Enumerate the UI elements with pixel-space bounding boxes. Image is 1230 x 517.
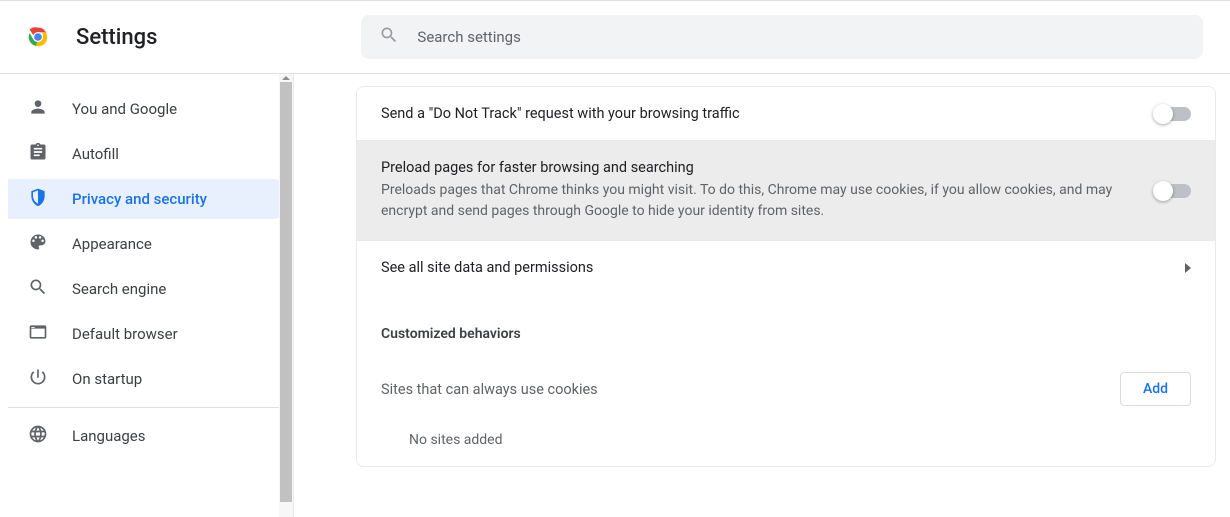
toggle-knob bbox=[1153, 181, 1173, 201]
scrollbar[interactable] bbox=[279, 74, 293, 517]
globe-icon bbox=[28, 424, 48, 448]
scroll-thumb[interactable] bbox=[280, 82, 292, 502]
section-heading: Customized behaviors bbox=[357, 294, 1215, 354]
shield-icon bbox=[28, 187, 48, 211]
power-icon bbox=[28, 367, 48, 391]
settings-panel: Send a "Do Not Track" request with your … bbox=[356, 86, 1216, 467]
sidebar-item-label: Appearance bbox=[72, 235, 152, 253]
row-label: Sites that can always use cookies bbox=[381, 381, 598, 398]
page-title: Settings bbox=[76, 25, 157, 50]
toggle-do-not-track[interactable] bbox=[1155, 107, 1191, 121]
toggle-preload-pages[interactable] bbox=[1155, 184, 1191, 198]
search-icon bbox=[28, 277, 48, 301]
add-button[interactable]: Add bbox=[1120, 372, 1191, 406]
content: Send a "Do Not Track" request with your … bbox=[294, 74, 1230, 517]
row-title: Preload pages for faster browsing and se… bbox=[381, 159, 1131, 176]
row-do-not-track[interactable]: Send a "Do Not Track" request with your … bbox=[357, 87, 1215, 140]
sidebar-item-label: Languages bbox=[72, 427, 146, 445]
browser-icon bbox=[28, 322, 48, 346]
sidebar-item-search-engine[interactable]: Search engine bbox=[8, 269, 292, 309]
sidebar: You and Google Autofill Privacy and secu… bbox=[0, 74, 294, 517]
sidebar-item-label: Search engine bbox=[72, 280, 166, 298]
sidebar-item-privacy-security[interactable]: Privacy and security bbox=[8, 179, 292, 219]
clipboard-icon bbox=[28, 142, 48, 166]
sidebar-item-label: On startup bbox=[72, 370, 142, 388]
sidebar-item-languages[interactable]: Languages bbox=[8, 416, 292, 456]
row-site-data[interactable]: See all site data and permissions bbox=[357, 240, 1215, 294]
search-input[interactable] bbox=[417, 28, 1185, 46]
scroll-up-icon[interactable] bbox=[282, 76, 290, 80]
row-preload-pages[interactable]: Preload pages for faster browsing and se… bbox=[357, 140, 1215, 240]
search-icon bbox=[379, 25, 399, 49]
sidebar-item-appearance[interactable]: Appearance bbox=[8, 224, 292, 264]
chevron-right-icon bbox=[1185, 263, 1191, 273]
sidebar-item-autofill[interactable]: Autofill bbox=[8, 134, 292, 174]
sidebar-item-on-startup[interactable]: On startup bbox=[8, 359, 292, 399]
sidebar-item-label: Default browser bbox=[72, 325, 178, 343]
search-box[interactable] bbox=[361, 15, 1203, 59]
row-title: Send a "Do Not Track" request with your … bbox=[381, 105, 1131, 122]
sidebar-item-label: Autofill bbox=[72, 145, 119, 163]
topbar: Settings bbox=[0, 0, 1230, 74]
row-sites-always-cookies: Sites that can always use cookies Add bbox=[357, 354, 1215, 424]
sidebar-item-you-and-google[interactable]: You and Google bbox=[8, 89, 292, 129]
palette-icon bbox=[28, 232, 48, 256]
sidebar-item-label: Privacy and security bbox=[72, 190, 207, 208]
sidebar-item-default-browser[interactable]: Default browser bbox=[8, 314, 292, 354]
toggle-knob bbox=[1153, 104, 1173, 124]
empty-message: No sites added bbox=[357, 424, 1215, 466]
divider bbox=[8, 407, 292, 408]
person-icon bbox=[28, 97, 48, 121]
row-title: See all site data and permissions bbox=[381, 259, 1161, 276]
row-subtitle: Preloads pages that Chrome thinks you mi… bbox=[381, 180, 1131, 222]
sidebar-item-label: You and Google bbox=[72, 100, 177, 118]
chrome-logo-icon bbox=[24, 23, 52, 51]
